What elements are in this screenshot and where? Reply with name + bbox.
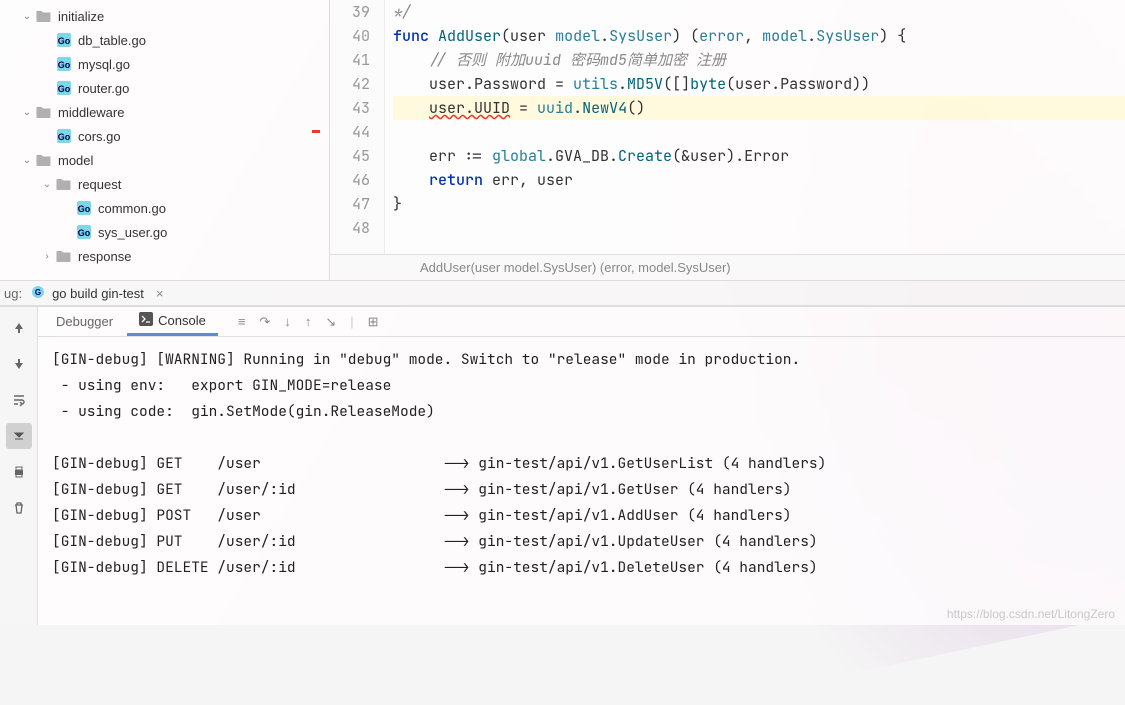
run-cursor-icon[interactable]: ↘ [325,314,336,330]
step-into-icon[interactable]: ↓ [284,314,291,330]
code-editor[interactable]: 39404142434445464748 */func AddUser(user… [330,0,1125,280]
close-icon[interactable]: × [156,286,164,301]
go-file-icon: Go [56,80,72,96]
console-icon [139,312,153,329]
code-content[interactable]: */func AddUser(user model.SysUser) (erro… [385,0,1125,254]
tab-console[interactable]: Console [127,308,218,336]
svg-text:Go: Go [58,132,71,142]
breadcrumb-text: AddUser(user model.SysUser) (error, mode… [420,260,731,275]
tree-label: common.go [98,201,166,216]
folder-node[interactable]: ⌄ model [0,148,329,172]
go-icon: G [30,284,46,303]
step-out-icon[interactable]: ↑ [305,314,312,330]
chevron-icon: ⌄ [20,153,34,167]
step-up-icon[interactable] [6,315,32,341]
go-file-icon: Go [76,224,92,240]
tree-label: model [58,153,93,168]
debug-config-bar: ug: G go build gin-test × [0,280,1125,306]
file-node[interactable]: Go router.go [0,76,329,100]
chevron-icon: ⌄ [20,105,34,119]
watermark: https://blog.csdn.net/LitongZero [947,607,1115,621]
svg-text:Go: Go [58,60,71,70]
file-node[interactable]: Go db_table.go [0,28,329,52]
chevron-icon: ⌄ [40,177,54,191]
tree-label: initialize [58,9,104,24]
folder-node[interactable]: ⌄ middleware [0,100,329,124]
go-file-icon: Go [76,200,92,216]
tree-label: mysql.go [78,57,130,72]
folder-node[interactable]: ⌄ initialize [0,4,329,28]
run-configuration[interactable]: G go build gin-test × [30,284,163,303]
folder-icon [56,176,72,192]
svg-text:Go: Go [78,204,91,214]
tree-label: response [78,249,131,264]
tree-label: request [78,177,121,192]
scroll-end-icon[interactable] [6,423,32,449]
folder-icon [36,8,52,24]
svg-text:G: G [35,288,41,297]
folder-icon [56,248,72,264]
step-down-icon[interactable] [6,351,32,377]
svg-text:Go: Go [58,84,71,94]
breadcrumb[interactable]: AddUser(user model.SysUser) (error, mode… [330,254,1125,280]
panel-tabs: Debugger Console ≡ ↷ ↓ ↑ ↘ | ⊞ [38,307,1125,337]
file-node[interactable]: Go cors.go [0,124,329,148]
tab-debugger[interactable]: Debugger [44,310,125,333]
go-file-icon: Go [56,128,72,144]
file-node[interactable]: Go sys_user.go [0,220,329,244]
console-output[interactable]: [GIN-debug] [WARNING] Running in "debug"… [38,337,1125,625]
calculator-icon[interactable]: ⊞ [368,314,379,330]
tree-label: db_table.go [78,33,146,48]
step-over-icon[interactable]: ↷ [259,314,270,330]
go-file-icon: Go [56,56,72,72]
run-config-label: go build gin-test [52,286,144,301]
wrap-icon[interactable] [6,387,32,413]
trash-icon[interactable] [6,495,32,521]
tree-label: middleware [58,105,124,120]
folder-node[interactable]: › response [0,244,329,268]
svg-text:Go: Go [58,36,71,46]
chevron-icon: › [40,249,54,263]
debug-label: ug: [4,286,22,301]
file-node[interactable]: Go mysql.go [0,52,329,76]
go-file-icon: Go [56,32,72,48]
file-node[interactable]: Go common.go [0,196,329,220]
folder-node[interactable]: ⌄ request [0,172,329,196]
threads-icon[interactable]: ≡ [238,314,246,330]
chevron-icon: ⌄ [20,9,34,23]
folder-icon [36,104,52,120]
debug-toolbar [0,307,38,625]
print-icon[interactable] [6,459,32,485]
project-tree[interactable]: ⌄initializeGodb_table.goGomysql.goGorout… [0,0,330,280]
tree-label: sys_user.go [98,225,167,240]
svg-text:Go: Go [78,228,91,238]
tree-label: router.go [78,81,129,96]
tree-label: cors.go [78,129,121,144]
line-gutter: 39404142434445464748 [330,0,385,254]
folder-icon [36,152,52,168]
